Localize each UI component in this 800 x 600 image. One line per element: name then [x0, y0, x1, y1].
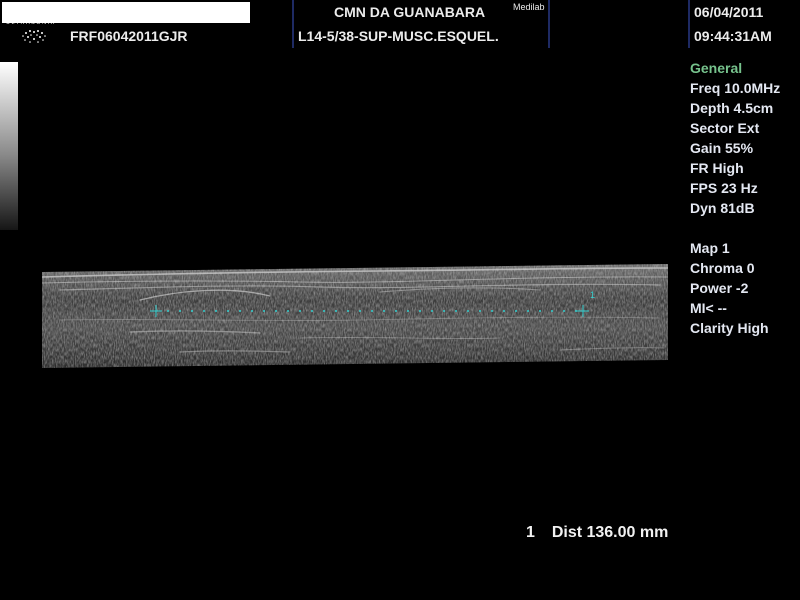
- caliper-dotted-line: [167, 310, 577, 312]
- ultrasound-image[interactable]: 1: [0, 0, 800, 600]
- param-spacer: [690, 218, 800, 238]
- param-map: Map 1: [690, 240, 730, 256]
- param-mechanical-index: MI< --: [690, 300, 727, 316]
- measurement-distance: Dist 136.00 mm: [551, 524, 669, 541]
- tissue-strip: [42, 264, 668, 368]
- parameters-panel: General Freq 10.0MHz Depth 4.5cm Sector …: [690, 58, 800, 338]
- param-depth: Depth 4.5cm: [690, 100, 774, 116]
- param-gain: Gain 55%: [690, 140, 754, 156]
- param-dynamic-range: Dyn 81dB: [690, 200, 755, 216]
- param-clarity: Clarity High: [690, 320, 769, 336]
- param-frequency: Freq 10.0MHz: [690, 80, 781, 96]
- param-power: Power -2: [690, 280, 749, 296]
- param-chroma: Chroma 0: [690, 260, 755, 276]
- param-fps: FPS 23 Hz: [690, 180, 758, 196]
- measurement-readout: 1 Dist 136.00 mm: [526, 524, 668, 542]
- measurement-index: 1: [526, 524, 535, 541]
- caliper-index-marker: 1: [590, 290, 595, 300]
- param-sector: Sector Ext: [690, 120, 760, 136]
- param-section-general: General: [690, 60, 743, 76]
- param-frame-rate: FR High: [690, 160, 744, 176]
